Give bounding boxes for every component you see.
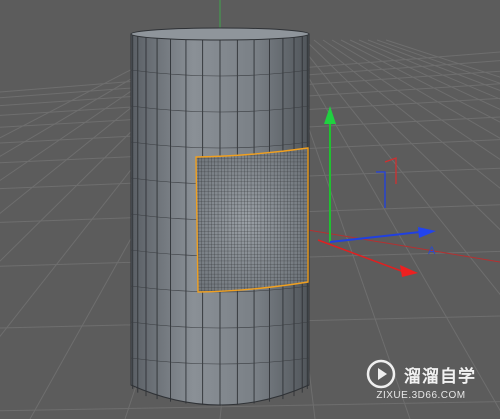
selected-face-patch xyxy=(195,147,309,293)
watermark: 溜溜自学 ZIXUE.3D66.COM xyxy=(348,352,494,408)
cylinder-top-cap xyxy=(130,27,310,41)
gizmo-x-arrow xyxy=(400,265,418,277)
move-gizmo xyxy=(317,106,436,277)
3d-viewport[interactable]: A A 溜溜自学 ZIXUE.3D66.COM xyxy=(0,0,500,419)
watermark-title: 溜溜自学 xyxy=(404,366,476,387)
gizmo-z-arrow xyxy=(418,227,436,238)
watermark-url: ZIXUE.3D66.COM xyxy=(376,390,466,401)
play-logo-icon xyxy=(366,359,396,389)
